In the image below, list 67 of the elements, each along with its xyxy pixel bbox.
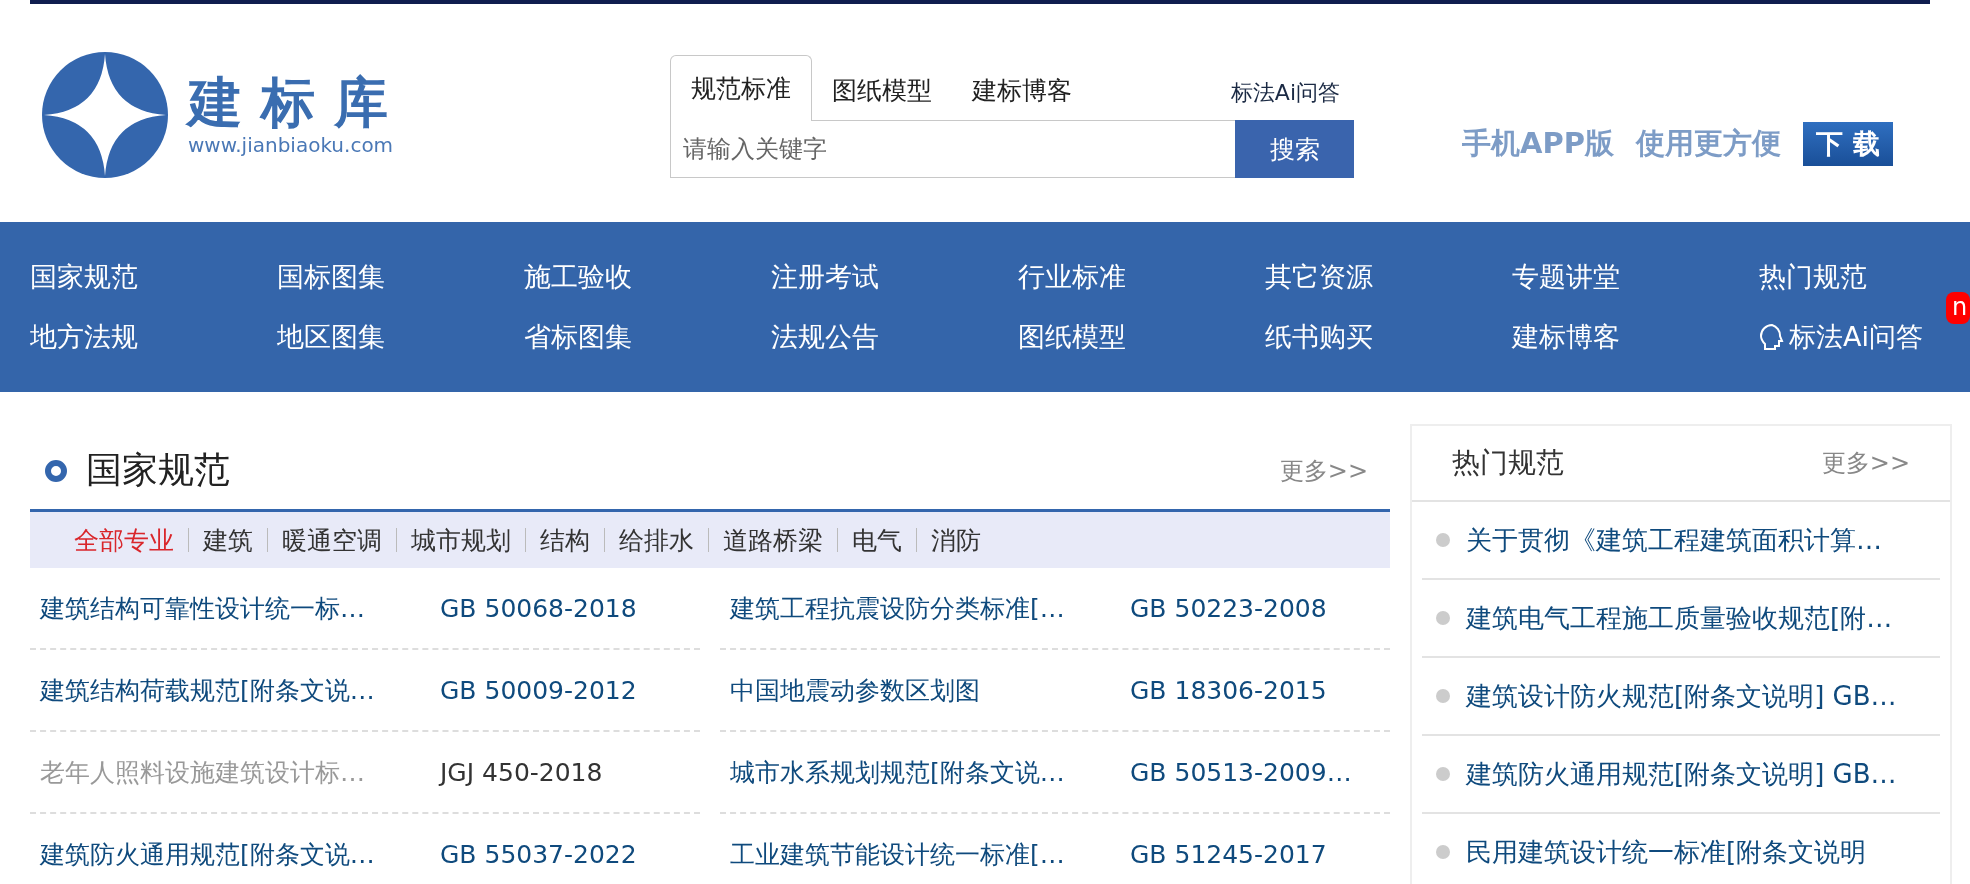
sidebar-link[interactable]: 建筑电气工程施工质量验收规范[附… xyxy=(1466,600,1893,636)
notification-badge: n xyxy=(1946,292,1970,324)
sidebar-link[interactable]: 建筑设计防火规范[附条文说明] GB… xyxy=(1466,678,1897,714)
sidebar-link[interactable]: 民用建筑设计统一标准[附条文说明 xyxy=(1466,834,1867,870)
ai-link[interactable]: 标法Ai问答 xyxy=(1230,78,1340,108)
standard-code: GB 55037-2022 xyxy=(440,839,637,869)
nav-link[interactable]: 纸书购买 xyxy=(1265,319,1373,355)
site-url: www.jianbiaoku.com xyxy=(188,132,394,157)
standard-code: GB 50068-2018 xyxy=(440,593,637,623)
head-icon xyxy=(1759,323,1785,351)
filter-tab[interactable]: 城市规划 xyxy=(397,523,525,557)
filter-tab[interactable]: 给排水 xyxy=(605,523,708,557)
app-promo-text: 使用更方便 xyxy=(1635,125,1781,162)
nav-label: 标法Ai问答 xyxy=(1789,320,1923,354)
standard-link[interactable]: 建筑工程抗震设防分类标准[… xyxy=(730,591,1130,625)
search-tab[interactable]: 规范标准 xyxy=(670,55,812,121)
nav-link[interactable]: 地方法规 xyxy=(30,319,138,355)
sidebar-link[interactable]: 建筑防火通用规范[附条文说明] GB… xyxy=(1466,756,1897,792)
sidebar-link[interactable]: 关于贯彻《建筑工程建筑面积计算… xyxy=(1466,522,1882,558)
standard-link[interactable]: 城市水系规划规范[附条文说… xyxy=(730,755,1130,789)
nav-link[interactable]: 热门规范 xyxy=(1759,259,1867,295)
nav-link[interactable]: 建标博客 xyxy=(1512,319,1620,355)
nav-link[interactable]: 省标图集 xyxy=(524,319,632,355)
filter-tab[interactable]: 道路桥梁 xyxy=(709,523,837,557)
bullet-icon xyxy=(1436,611,1450,625)
logo-icon xyxy=(42,52,168,178)
nav-link[interactable]: 国家规范 xyxy=(30,259,138,295)
nav-link[interactable]: 注册考试 xyxy=(771,259,879,295)
nav-link[interactable]: 其它资源 xyxy=(1265,259,1373,295)
nav-link[interactable]: 图纸模型 xyxy=(1018,319,1126,355)
filter-tab[interactable]: 消防 xyxy=(917,523,995,557)
nav-link[interactable]: 标法Ai问答 xyxy=(1759,307,1923,367)
standard-link[interactable]: 建筑结构可靠性设计统一标… xyxy=(40,591,440,625)
bullet-icon xyxy=(1436,845,1450,859)
nav-link[interactable]: 施工验收 xyxy=(524,259,632,295)
standard-code: GB 50223-2008 xyxy=(1130,593,1327,623)
section-title: 国家规范 xyxy=(86,448,230,492)
standard-code: JGJ 450-2018 xyxy=(440,757,603,787)
nav-link[interactable]: 专题讲堂 xyxy=(1512,259,1620,295)
bullet-icon xyxy=(1436,689,1450,703)
nav-link[interactable]: 行业标准 xyxy=(1018,259,1126,295)
bullet-icon xyxy=(1436,533,1450,547)
standard-link[interactable]: 建筑结构荷载规范[附条文说… xyxy=(40,673,440,707)
filter-tab[interactable]: 暖通空调 xyxy=(268,523,396,557)
more-link[interactable]: 更多>> xyxy=(1279,454,1368,487)
nav-link[interactable]: 法规公告 xyxy=(771,319,879,355)
standard-code: GB 50009-2012 xyxy=(440,675,637,705)
standard-code: GB 18306-2015 xyxy=(1130,675,1327,705)
download-button[interactable]: 下 载 xyxy=(1802,122,1893,166)
standard-link[interactable]: 中国地震动参数区划图 xyxy=(730,673,1130,707)
filter-tab[interactable]: 全部专业 xyxy=(60,523,188,557)
bullet-icon xyxy=(1436,767,1450,781)
nav-link[interactable]: 地区图集 xyxy=(277,319,385,355)
filter-tab[interactable]: 结构 xyxy=(526,523,604,557)
standard-link[interactable]: 工业建筑节能设计统一标准[… xyxy=(730,837,1130,871)
more-link[interactable]: 更多>> xyxy=(1821,447,1910,479)
sidebar-title: 热门规范 xyxy=(1452,445,1564,481)
search-button[interactable]: 搜索 xyxy=(1235,120,1354,178)
filter-tab[interactable]: 电气 xyxy=(838,523,916,557)
nav-link[interactable]: 国标图集 xyxy=(277,259,385,295)
circle-icon xyxy=(44,458,68,483)
filter-tab[interactable]: 建筑 xyxy=(189,523,267,557)
search-field[interactable]: 请输入关键字 xyxy=(670,120,1235,178)
standard-code: GB 50513-2009… xyxy=(1130,757,1352,787)
standard-code: GB 51245-2017 xyxy=(1130,839,1327,869)
standard-link[interactable]: 建筑防火通用规范[附条文说… xyxy=(40,837,440,871)
app-promo-text: 手机APP版 xyxy=(1462,125,1614,162)
